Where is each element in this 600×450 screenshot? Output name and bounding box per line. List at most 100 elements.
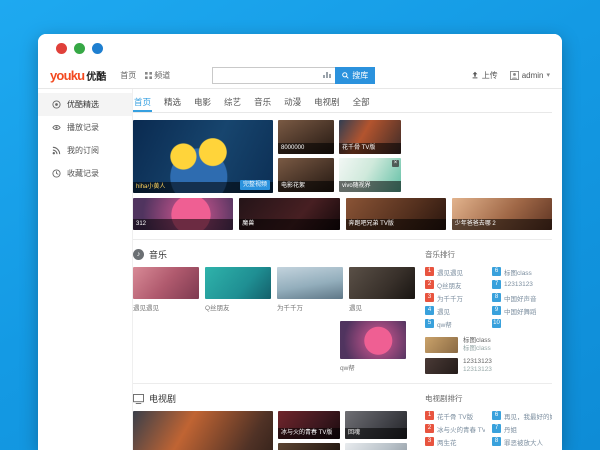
window-titlebar	[38, 34, 562, 62]
ranking-row[interactable]: 3两生花	[425, 435, 485, 448]
tv-card[interactable]: 冰与火的青春 TV版	[278, 411, 340, 439]
music-card[interactable]: Q丝朋友	[205, 267, 271, 312]
ranking-row[interactable]: 9中国好舞蹈	[492, 304, 552, 317]
trending-icon[interactable]	[323, 72, 331, 78]
ad-card[interactable]: × vivo随视界	[339, 158, 401, 192]
video-card[interactable]: 奔跑吧兄弟 TV版	[346, 198, 446, 230]
music-caption: 为千千万	[277, 302, 343, 312]
rank-label: 两生花	[437, 437, 457, 447]
video-card[interactable]: 312	[133, 198, 233, 230]
tab-tv[interactable]: 电视剧	[313, 94, 341, 112]
music-thumbnail[interactable]	[205, 267, 271, 299]
mini-thumbnail[interactable]	[425, 337, 458, 353]
music-card[interactable]: 遇见遇见	[133, 267, 199, 312]
ranking-row[interactable]: 8罪恶被放大人	[492, 435, 552, 448]
mini-title: 12313123	[463, 358, 492, 366]
ranking-row[interactable]: 5qw帮	[425, 317, 485, 330]
hero-video-card[interactable]: hiha小黄人 完整视频	[133, 120, 273, 193]
music-thumbnail[interactable]	[277, 267, 343, 299]
ranking-row[interactable]: 7丹姐	[492, 422, 552, 435]
search-bar: 搜库	[212, 67, 375, 84]
video-card[interactable]: 魔兽	[239, 198, 339, 230]
rank-label: 花千骨 TV版	[437, 411, 473, 421]
mini-title: 标图class	[463, 337, 491, 345]
rank-badge: 4	[425, 306, 434, 315]
ranking-row[interactable]: 3为千千万	[425, 291, 485, 304]
rank-badge: 9	[492, 306, 501, 315]
mini-subtitle: 标图class	[463, 345, 491, 353]
video-card[interactable]: 电影花絮	[278, 158, 334, 192]
magnifier-icon	[342, 72, 349, 79]
ranking-row[interactable]: 4遇见	[425, 304, 485, 317]
ad-close-icon[interactable]: ×	[392, 160, 399, 167]
ranking-row[interactable]: 10	[492, 317, 552, 330]
tv-caption: 冰与火的青春 TV版	[278, 428, 340, 439]
video-caption: 312	[133, 219, 233, 230]
sidebar-item-favorites[interactable]: 收藏记录	[38, 162, 132, 185]
youku-logo[interactable]: youku 优酷	[50, 68, 106, 83]
music-thumbnail[interactable]	[349, 267, 415, 299]
tab-anime[interactable]: 动漫	[283, 94, 302, 112]
mini-subtitle: 12313123	[463, 366, 492, 374]
upload-button[interactable]: 上传	[471, 70, 498, 81]
browser-window: youku 优酷 首页 频道 搜库	[38, 34, 562, 450]
mini-thumbnail[interactable]	[425, 358, 458, 374]
tv-card[interactable]	[345, 443, 407, 450]
user-menu[interactable]: admin ▾	[510, 71, 550, 80]
ranking-row[interactable]: 8中国好声音	[492, 291, 552, 304]
search-input[interactable]	[213, 69, 319, 81]
tab-home[interactable]: 首页	[133, 94, 152, 112]
tv-section-header: 电视剧	[133, 392, 415, 405]
music-caption: 遇见	[349, 302, 415, 312]
nav-channels-link[interactable]: 频道	[145, 70, 170, 81]
mini-video-item[interactable]: 12313123 12313123	[425, 358, 552, 374]
site-header: youku 优酷 首页 频道 搜库	[38, 62, 562, 89]
ranking-row[interactable]: 2Q丝朋友	[425, 278, 485, 291]
video-card[interactable]: 花千骨 TV版	[339, 120, 401, 154]
featured-strip: 312 魔兽 奔跑吧兄弟 TV版 少年爸爸去哪 2	[133, 198, 552, 230]
tv-section-title: 电视剧	[149, 392, 176, 405]
avatar-icon	[510, 71, 519, 80]
music-caption: Q丝朋友	[205, 302, 271, 312]
rank-badge: 7	[492, 280, 501, 289]
ranking-row[interactable]: 712313123	[492, 278, 552, 291]
youku-logo-cn: 优酷	[86, 68, 106, 83]
video-card[interactable]: 8000000	[278, 120, 334, 154]
traffic-light-green-icon[interactable]	[74, 43, 85, 54]
category-tabs: 首页 精选 电影 综艺 音乐 动漫 电视剧 全部	[133, 89, 552, 113]
sidebar-item-label: 优酷精选	[67, 99, 99, 110]
search-button[interactable]: 搜库	[335, 67, 375, 84]
music-card[interactable]: 为千千万	[277, 267, 343, 312]
rank-badge: 2	[425, 280, 434, 289]
tab-movies[interactable]: 电影	[193, 94, 212, 112]
tab-variety[interactable]: 综艺	[223, 94, 242, 112]
tv-hero-card[interactable]	[133, 411, 273, 450]
music-card[interactable]: 遇见	[349, 267, 415, 312]
music-feature-thumbnail[interactable]	[340, 321, 406, 359]
music-feature-card[interactable]: qw帮	[340, 321, 406, 372]
rank-label: 中国好声音	[504, 293, 537, 303]
ranking-row[interactable]: 6再见，我最好的她	[492, 409, 552, 422]
ranking-row[interactable]: 1花千骨 TV版	[425, 409, 485, 422]
music-thumbnail[interactable]	[133, 267, 199, 299]
ranking-row[interactable]: 6标图class	[492, 265, 552, 278]
tv-ranking-list: 1花千骨 TV版 2冰与火的青春 TV版 3两生花 4小时代 TV版 5新时代之…	[425, 409, 552, 450]
sidebar-item-history[interactable]: 播放记录	[38, 116, 132, 139]
rank-badge: 6	[492, 411, 501, 420]
sidebar-item-featured[interactable]: 优酷精选	[38, 93, 132, 116]
traffic-light-red-icon[interactable]	[56, 43, 67, 54]
sidebar-item-subscriptions[interactable]: 我的订阅	[38, 139, 132, 162]
tv-card[interactable]	[278, 443, 340, 450]
nav-home-link[interactable]: 首页	[120, 70, 136, 81]
video-card[interactable]: 少年爸爸去哪 2	[452, 198, 552, 230]
music-section-header: ♪ 音乐	[133, 248, 415, 261]
tv-card[interactable]: 回魂	[345, 411, 407, 439]
ranking-row[interactable]: 1遇见遇见	[425, 265, 485, 278]
tab-all[interactable]: 全部	[352, 94, 371, 112]
traffic-light-blue-icon[interactable]	[92, 43, 103, 54]
tab-music[interactable]: 音乐	[253, 94, 272, 112]
ranking-row[interactable]: 2冰与火的青春 TV版	[425, 422, 485, 435]
featured-grid: hiha小黄人 完整视频 8000000 电影花絮 花千骨 TV版	[133, 120, 552, 193]
tab-featured[interactable]: 精选	[163, 94, 182, 112]
mini-video-item[interactable]: 标图class 标图class	[425, 337, 552, 353]
